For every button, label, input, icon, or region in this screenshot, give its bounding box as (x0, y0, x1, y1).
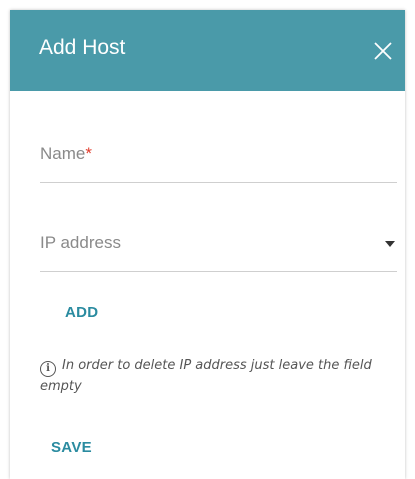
chevron-down-icon[interactable] (385, 241, 395, 247)
info-icon: i (40, 361, 56, 377)
info-note: i In order to delete IP address just leav… (40, 356, 390, 397)
save-button[interactable]: SAVE (51, 439, 92, 456)
dialog-header: Add Host (10, 10, 405, 91)
add-button[interactable]: ADD (65, 304, 98, 321)
add-host-dialog: Add Host Name* IP address ADD i In order … (10, 10, 405, 479)
ip-address-label: IP address (40, 233, 121, 252)
info-text: In order to delete IP address just leave… (40, 358, 372, 394)
ip-address-select[interactable]: IP address (40, 233, 397, 272)
required-mark: * (85, 144, 92, 163)
dialog-title: Add Host (39, 36, 126, 59)
name-field-label: Name* (40, 144, 92, 163)
name-field[interactable]: Name* (40, 144, 397, 183)
close-icon[interactable] (372, 40, 394, 62)
